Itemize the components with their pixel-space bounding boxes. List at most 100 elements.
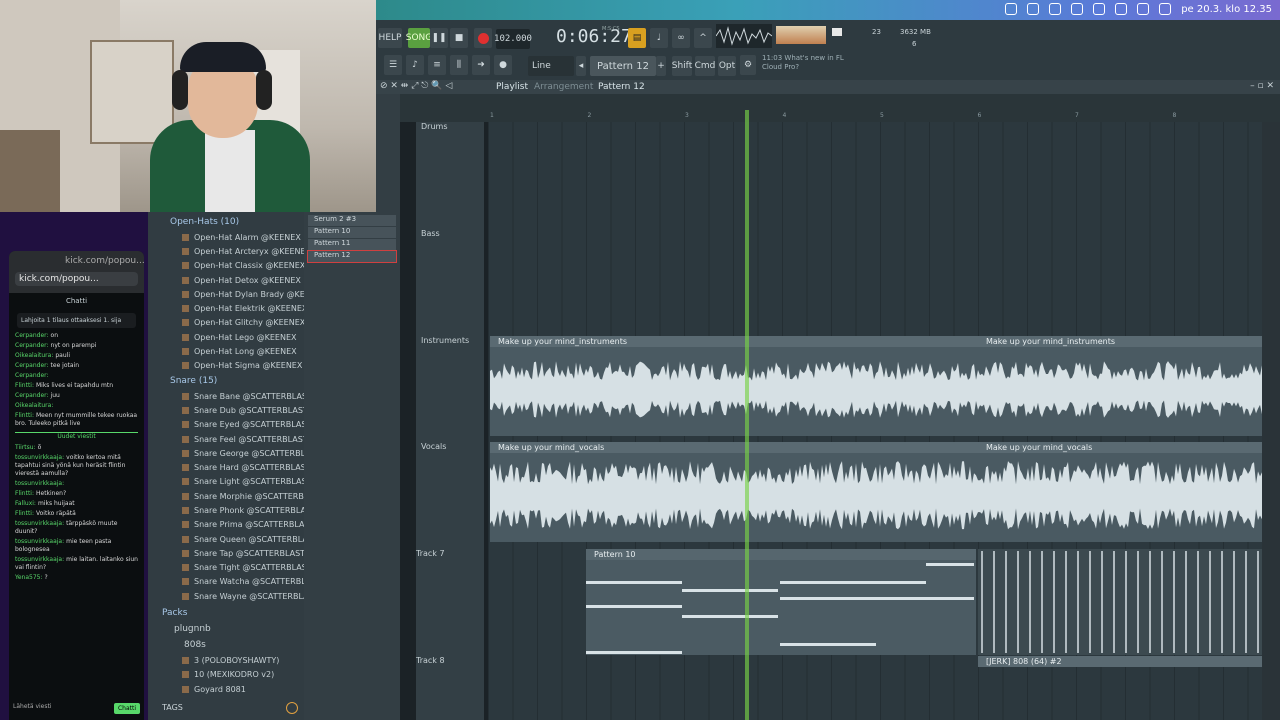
window-controls[interactable]: – ▫ ✕: [1250, 81, 1274, 91]
chat-username[interactable]: Cerpander:: [15, 362, 49, 369]
chat-username[interactable]: tossunvirkkaaja:: [15, 538, 64, 545]
browser-item[interactable]: Goyard 8081: [148, 682, 304, 696]
browser-item[interactable]: Snare Morphie @SCATTERBLAST: [148, 489, 324, 503]
clock[interactable]: pe 20.3. klo 12.35: [1181, 4, 1272, 15]
microphone-icon[interactable]: ●: [494, 55, 512, 75]
chat-username[interactable]: tossunvirkkaaja:: [15, 454, 64, 461]
mixer-icon[interactable]: ⫼: [450, 55, 468, 75]
status-icon[interactable]: [1005, 3, 1018, 15]
bluetooth-icon[interactable]: [1049, 3, 1062, 15]
search-icon[interactable]: [286, 702, 298, 714]
folder-packs[interactable]: Packs: [148, 605, 304, 621]
track-8[interactable]: Track 8: [416, 656, 445, 665]
chat-username[interactable]: Cerpander:: [15, 342, 49, 349]
playlist-grid[interactable]: Make up your mind_instruments Make up yo…: [488, 122, 1270, 720]
chat-username[interactable]: tossunvirkkaaja:: [15, 520, 64, 527]
cmd-key[interactable]: Cmd: [695, 56, 715, 76]
folder-808s[interactable]: 808s: [148, 637, 304, 653]
playhead[interactable]: [745, 110, 749, 720]
browser-item[interactable]: Open-Hat Long @KEENEX: [148, 344, 304, 358]
help-menu[interactable]: HELP: [378, 28, 402, 48]
playlist-icon[interactable]: ☰: [384, 55, 402, 75]
news-icon[interactable]: ⚙: [740, 55, 756, 75]
chat-username[interactable]: Yena575:: [15, 574, 43, 581]
chat-username[interactable]: Flintti:: [15, 412, 34, 419]
browser-item[interactable]: Open-Hat Elektrik @KEENEX: [148, 301, 307, 315]
snap-select[interactable]: Line: [528, 56, 574, 76]
browser-item[interactable]: Snare Prima @SCATTERBLAST: [148, 518, 314, 532]
browser-item[interactable]: Snare George @SCATTERBLAST: [148, 446, 321, 460]
browser-item[interactable]: Open-Hat Sigma @KEENEX: [148, 359, 304, 373]
opt-key[interactable]: Opt: [718, 56, 736, 76]
browser-item[interactable]: 3 (POLOBOYSHAWTY): [148, 653, 304, 667]
browser-tabs[interactable]: [376, 94, 400, 212]
browser-item[interactable]: 10 (MEXIKODRO v2): [148, 668, 304, 682]
vertical-scrollbar[interactable]: [1262, 122, 1280, 720]
track-instruments[interactable]: Instruments: [421, 336, 469, 345]
chat-username[interactable]: Cerpander:: [15, 332, 49, 339]
control-center-icon[interactable]: [1159, 3, 1172, 15]
chat-username[interactable]: Oikealaitura:: [15, 402, 53, 409]
tab-title[interactable]: kick.com/popou...: [9, 251, 144, 266]
master-volume[interactable]: [776, 26, 826, 44]
prev-pattern-icon[interactable]: ◂: [576, 56, 586, 76]
track-7[interactable]: Track 7: [416, 549, 445, 558]
pattern-item[interactable]: Serum 2 #3: [308, 215, 396, 226]
browser-item[interactable]: Snare Feel @SCATTERBLAST: [148, 432, 308, 446]
headphones-icon[interactable]: [1071, 3, 1084, 15]
browser-item[interactable]: Snare Eyed @SCATTERBLAST: [148, 418, 311, 432]
browser-item[interactable]: Snare Bane @SCATTERBLAST: [148, 389, 312, 403]
shift-key[interactable]: Shift: [672, 56, 692, 76]
chat-username[interactable]: Cerpander:: [15, 392, 49, 399]
pattern-item[interactable]: Pattern 11: [308, 239, 396, 250]
metronome-icon[interactable]: ♩: [650, 28, 668, 48]
browser-item[interactable]: Snare Wayne @SCATTERBLAST: [148, 589, 319, 603]
clip-instruments-2-label[interactable]: Make up your mind_instruments: [978, 336, 1270, 347]
playlist-pattern[interactable]: Pattern 12: [598, 82, 645, 92]
playlist-tools-icon[interactable]: ⊘ ✕ ⇹ ⤢ ⎋ 🔍 ◁: [380, 81, 452, 91]
chat-input[interactable]: Lähetä viesti: [13, 703, 52, 710]
clip-vocals[interactable]: Make up your mind_vocals: [490, 442, 1262, 542]
news-ticker[interactable]: 11:03 What's new in FL Cloud Pro?: [762, 54, 858, 72]
pattern-item[interactable]: Pattern 12: [307, 250, 397, 263]
next-pattern-icon[interactable]: +: [656, 56, 666, 76]
chat-username[interactable]: Oikealaitura:: [15, 352, 53, 359]
clip-instruments[interactable]: Make up your mind_instruments: [490, 336, 1262, 436]
chat-username[interactable]: Falluxi:: [15, 500, 36, 507]
clip-pattern-10[interactable]: Pattern 10: [586, 549, 976, 655]
browser-item[interactable]: Open-Hat Classix @KEENEX: [148, 259, 305, 273]
folder-plugnnb[interactable]: plugnnb: [148, 621, 304, 637]
track-drums[interactable]: Drums: [421, 122, 447, 131]
timeline-ruler[interactable]: 1 2 3 4 5 6 7 8: [376, 94, 1280, 122]
pattern-song-icon[interactable]: ▤: [628, 28, 646, 48]
clip-hats-pattern[interactable]: [978, 549, 1262, 655]
chat-username[interactable]: Flintti:: [15, 490, 34, 497]
chat-username[interactable]: Cerpander:: [15, 372, 49, 379]
chat-username[interactable]: Tiirtsu:: [15, 444, 36, 451]
pattern-selector[interactable]: Pattern 12: [590, 56, 656, 76]
chat-username[interactable]: tossunvirkkaaja:: [15, 556, 64, 563]
wifi-icon[interactable]: [1115, 3, 1128, 15]
browser-item[interactable]: Open-Hat Dylan Brady @KEENEX: [148, 287, 326, 301]
browser-item[interactable]: Open-Hat Alarm @KEENEX: [148, 230, 304, 244]
record-button[interactable]: [474, 28, 492, 48]
browser-item[interactable]: Snare Dub @SCATTERBLAST: [148, 403, 308, 417]
folder-open-hats[interactable]: Open-Hats (10): [148, 214, 304, 230]
time-display[interactable]: 0:06:27: [556, 26, 632, 47]
clip-jerk-808[interactable]: [JERK] 808 (64) #2: [978, 656, 1270, 667]
tempo-display[interactable]: 102.000: [494, 29, 532, 49]
url-bar[interactable]: kick.com/popou...: [15, 272, 138, 286]
stop-button[interactable]: ■: [450, 28, 468, 48]
chat-username[interactable]: tossunvirkkaaja:: [15, 480, 64, 487]
channel-rack-icon[interactable]: ≡: [428, 55, 446, 75]
browser-item[interactable]: Snare Phonk @SCATTERBLAST: [148, 503, 316, 517]
browser-item[interactable]: Snare Tap @SCATTERBLAST: [148, 546, 305, 560]
folder-snare[interactable]: Snare (15): [148, 373, 304, 389]
browser-icon[interactable]: ➜: [472, 55, 490, 75]
tags-label[interactable]: TAGS: [162, 703, 183, 712]
chat-send-button[interactable]: Chatti: [113, 703, 140, 714]
screen-icon[interactable]: [1027, 3, 1040, 15]
browser-item[interactable]: Open-Hat Arcteryx @KEENEX: [148, 244, 311, 258]
browser-item[interactable]: Snare Watcha @SCATTERBLAST: [148, 575, 321, 589]
battery-icon[interactable]: [1093, 3, 1106, 15]
